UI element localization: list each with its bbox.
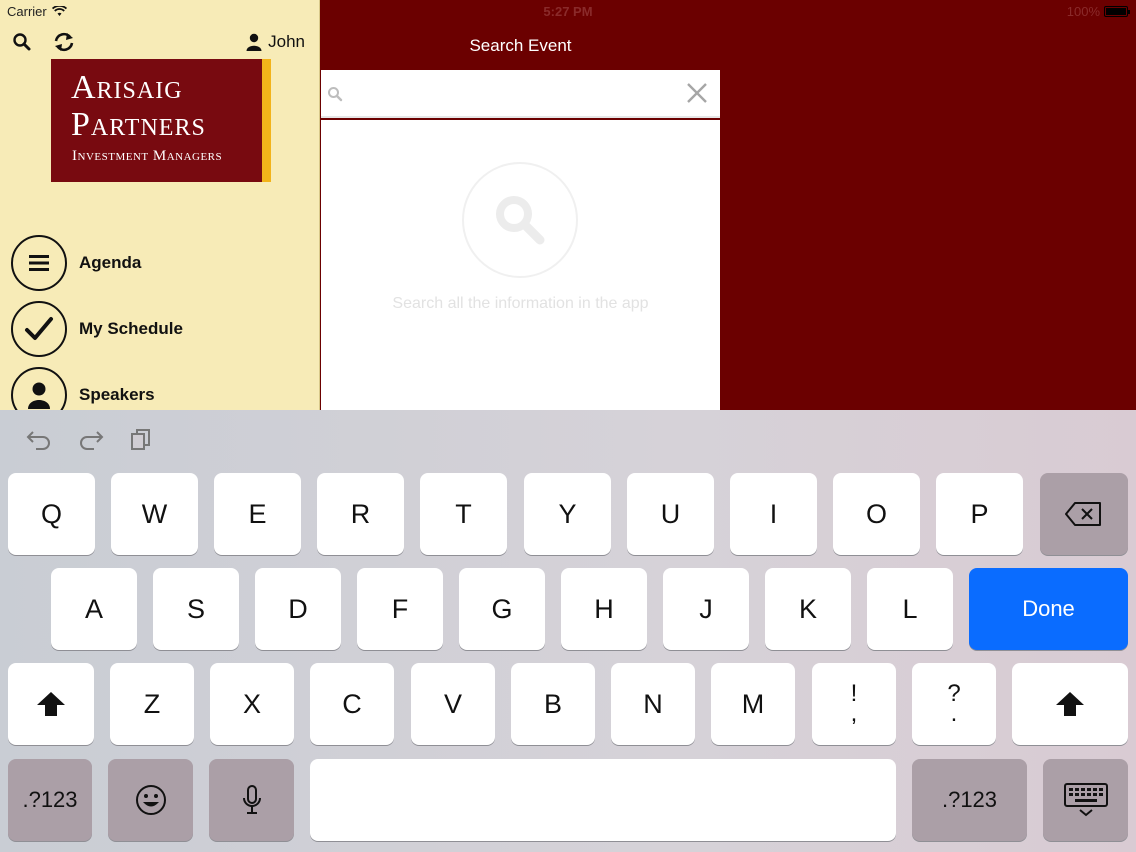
clock: 5:27 PM xyxy=(543,4,593,19)
menu-label-agenda: Agenda xyxy=(79,253,142,272)
battery-icon xyxy=(1104,6,1130,17)
menu-label-speakers: Speakers xyxy=(79,385,155,404)
microphone-icon xyxy=(242,785,261,814)
battery-percent: 100% xyxy=(1066,4,1100,19)
panel-title: Search Event xyxy=(469,36,572,55)
shift-icon xyxy=(1056,692,1084,716)
keyboard-dismiss-icon xyxy=(1063,783,1108,817)
key-exclamation-comma[interactable]: ! , xyxy=(812,663,896,745)
key-a[interactable]: A xyxy=(51,568,137,650)
key-q[interactable]: Q xyxy=(8,473,95,555)
search-panel: Search Event Search all the information … xyxy=(321,0,720,410)
sidebar-toolbar: John xyxy=(10,30,305,54)
key-z[interactable]: Z xyxy=(110,663,194,745)
list-icon xyxy=(11,235,67,291)
key-i[interactable]: I xyxy=(730,473,817,555)
key-k[interactable]: K xyxy=(765,568,851,650)
key-j[interactable]: J xyxy=(663,568,749,650)
search-bar xyxy=(321,70,720,118)
on-screen-keyboard: Q W E R T Y U I O P A S D F G H J K L Do… xyxy=(0,410,1136,852)
numbers-key-right[interactable]: .?123 xyxy=(912,759,1027,841)
key-f[interactable]: F xyxy=(357,568,443,650)
numbers-key-left[interactable]: .?123 xyxy=(8,759,92,841)
user-profile[interactable]: John xyxy=(246,32,305,52)
logo-line-3: Investment Managers xyxy=(72,148,223,164)
key-l[interactable]: L xyxy=(867,568,953,650)
dictation-key[interactable] xyxy=(209,759,294,841)
keyboard-shortcuts xyxy=(26,428,152,450)
key-d[interactable]: D xyxy=(255,568,341,650)
key-u[interactable]: U xyxy=(627,473,714,555)
key-punct-bottom: , xyxy=(850,700,858,727)
key-v[interactable]: V xyxy=(411,663,495,745)
paste-icon[interactable] xyxy=(130,428,152,450)
refresh-icon[interactable] xyxy=(52,30,76,54)
menu-item-my-schedule[interactable]: My Schedule xyxy=(11,301,183,357)
space-key[interactable] xyxy=(310,759,896,841)
key-m[interactable]: M xyxy=(711,663,795,745)
key-punct-bottom: . xyxy=(950,700,958,727)
key-r[interactable]: R xyxy=(317,473,404,555)
key-n[interactable]: N xyxy=(611,663,695,745)
key-b[interactable]: B xyxy=(511,663,595,745)
key-p[interactable]: P xyxy=(936,473,1023,555)
empty-state-text: Search all the information in the app xyxy=(392,295,649,312)
backspace-icon xyxy=(1065,502,1101,526)
shift-key-left[interactable] xyxy=(8,663,94,745)
key-e[interactable]: E xyxy=(214,473,301,555)
search-results: Search all the information in the app xyxy=(321,120,720,410)
key-w[interactable]: W xyxy=(111,473,198,555)
search-input[interactable] xyxy=(349,80,669,108)
sidebar: John Arisaig Partners Investment Manager… xyxy=(0,0,320,423)
emoji-icon xyxy=(135,785,166,815)
person-icon xyxy=(246,33,262,51)
checkmark-icon xyxy=(11,301,67,357)
logo-line-2: Partners xyxy=(71,106,206,143)
key-o[interactable]: O xyxy=(833,473,920,555)
hide-keyboard-key[interactable] xyxy=(1043,759,1128,841)
status-bar: Carrier 5:27 PM 100% xyxy=(0,0,1136,22)
user-name: John xyxy=(268,32,305,51)
shift-key-right[interactable] xyxy=(1012,663,1128,745)
key-s[interactable]: S xyxy=(153,568,239,650)
key-h[interactable]: H xyxy=(561,568,647,650)
key-c[interactable]: C xyxy=(310,663,394,745)
close-icon[interactable] xyxy=(686,82,708,104)
redo-icon[interactable] xyxy=(78,428,104,450)
key-x[interactable]: X xyxy=(210,663,294,745)
key-y[interactable]: Y xyxy=(524,473,611,555)
key-g[interactable]: G xyxy=(459,568,545,650)
backspace-key[interactable] xyxy=(1040,473,1128,555)
emoji-key[interactable] xyxy=(108,759,193,841)
battery-indicator: 100% xyxy=(1066,4,1130,19)
undo-icon[interactable] xyxy=(26,428,52,450)
search-empty-icon xyxy=(462,162,578,278)
search-icon xyxy=(328,87,343,102)
shift-icon xyxy=(37,692,65,716)
key-question-period[interactable]: ? . xyxy=(912,663,996,745)
menu-label-my-schedule: My Schedule xyxy=(79,319,183,338)
key-t[interactable]: T xyxy=(420,473,507,555)
done-key[interactable]: Done xyxy=(969,568,1128,650)
menu-item-agenda[interactable]: Agenda xyxy=(11,235,141,291)
search-icon[interactable] xyxy=(12,32,32,52)
logo-line-1: Arisaig xyxy=(71,69,183,106)
company-logo: Arisaig Partners Investment Managers xyxy=(51,59,271,182)
